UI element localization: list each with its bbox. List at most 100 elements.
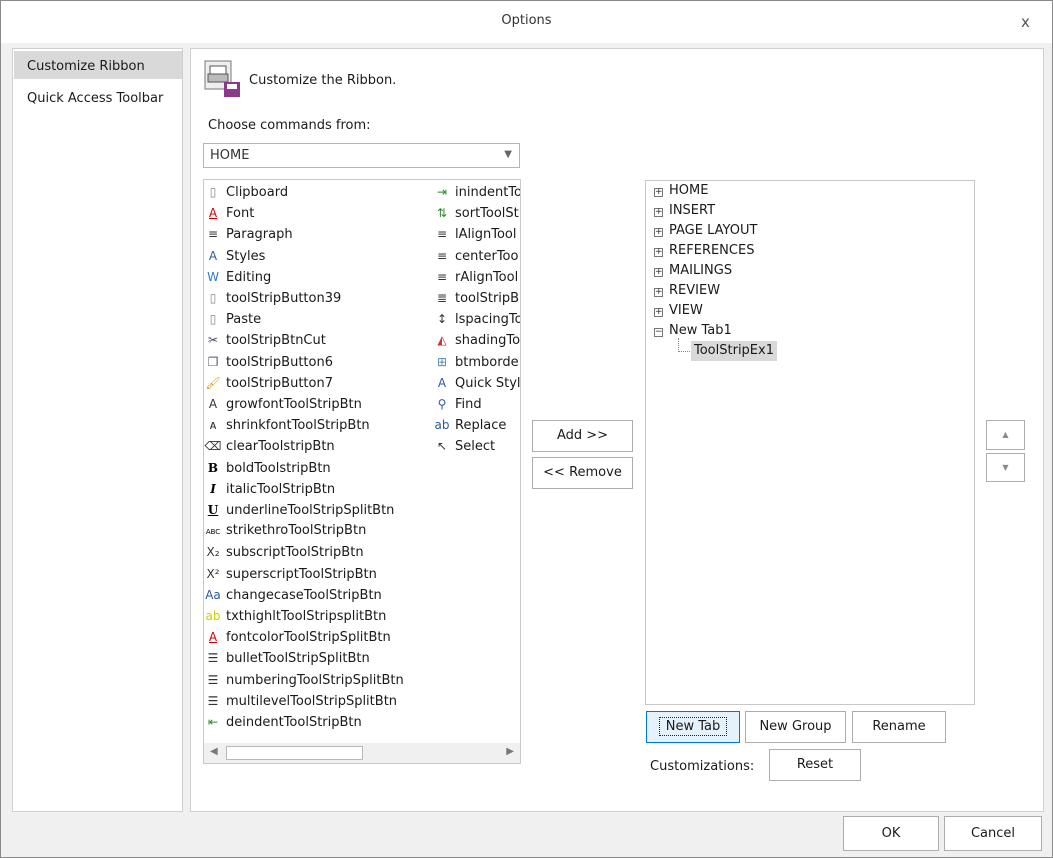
- tree-item-tab[interactable]: + VIEW: [654, 301, 703, 321]
- command-item[interactable]: ABC strikethroToolStripBtn: [204, 521, 367, 541]
- command-item[interactable]: ◭ shadingTo: [433, 330, 520, 350]
- command-item[interactable]: A Styles: [204, 246, 266, 266]
- command-item[interactable]: ≡ lAlignTool: [433, 224, 517, 244]
- commands-list[interactable]: ▯ Clipboard A Font ≡ Paragraph A Styles W Editing…: [203, 179, 521, 764]
- command-item[interactable]: AfontcolorToolStripSplitBtn: [204, 627, 391, 647]
- command-item[interactable]: ≡ centerToo: [433, 246, 519, 266]
- editing-icon: W: [207, 269, 219, 284]
- choose-commands-dropdown[interactable]: HOME ▼: [203, 143, 520, 168]
- tree-item-tab[interactable]: + MAILINGS: [654, 261, 732, 281]
- new-tab-button[interactable]: New Tab: [646, 711, 740, 743]
- scrollbar-thumb[interactable]: [226, 746, 363, 760]
- command-item[interactable]: ❐ toolStripButton6: [204, 352, 333, 372]
- close-icon[interactable]: x: [1021, 13, 1030, 31]
- underline-icon: U: [207, 503, 219, 517]
- command-label: strikethroToolStripBtn: [226, 523, 367, 539]
- command-item[interactable]: ☰ bulletToolStripSplitBtn: [204, 648, 370, 668]
- reset-button[interactable]: Reset: [769, 749, 861, 781]
- command-item[interactable]: Aa changecaseToolStripBtn: [204, 585, 382, 605]
- chevron-down-icon: ▼: [504, 149, 512, 160]
- command-item[interactable]: ≡ Paragraph: [204, 224, 293, 244]
- command-label: Font: [226, 206, 255, 222]
- collapse-icon[interactable]: −: [654, 328, 663, 337]
- ribbon-tree[interactable]: + HOME + INSERT + PAGE LAYOUT + REFERENCES + MAIL…: [645, 180, 975, 705]
- bullets-icon: ☰: [207, 651, 219, 666]
- strikethrough-icon: ABC: [205, 528, 221, 537]
- tree-item-label: HOME: [669, 183, 709, 198]
- superscript-icon: X²: [206, 566, 220, 581]
- sidebar-item-customize-ribbon[interactable]: Customize Ribbon: [14, 51, 182, 79]
- command-item[interactable]: ↖ Select: [433, 436, 495, 456]
- expand-icon[interactable]: +: [654, 228, 663, 237]
- command-item[interactable]: ⚲ Find: [433, 394, 482, 414]
- scroll-left-icon[interactable]: ◀: [210, 746, 218, 757]
- command-item[interactable]: ▯ Clipboard: [204, 182, 288, 202]
- command-item[interactable]: A Font: [204, 203, 254, 223]
- move-down-button[interactable]: ▼: [986, 453, 1025, 482]
- move-up-button[interactable]: ▲: [986, 420, 1025, 450]
- new-group-button[interactable]: New Group: [745, 711, 846, 743]
- command-item[interactable]: ≣ toolStripB: [433, 288, 519, 308]
- command-item[interactable]: ab Replace: [433, 415, 507, 435]
- command-item[interactable]: UunderlineToolStripSplitBtn: [204, 500, 395, 520]
- command-item[interactable]: ▯ Paste: [204, 309, 261, 329]
- tree-item-tab[interactable]: − New Tab1: [654, 321, 732, 341]
- command-item[interactable]: W Editing: [204, 267, 271, 287]
- horizontal-scrollbar[interactable]: ◀ ▶: [204, 743, 520, 763]
- command-item[interactable]: ☰ multilevelToolStripSplitBtn: [204, 691, 397, 711]
- tree-item-tab[interactable]: + REFERENCES: [654, 241, 754, 261]
- italic-icon: I: [210, 481, 216, 496]
- tree-item-label: INSERT: [669, 203, 716, 218]
- command-item[interactable]: ⇅ sortToolSt: [433, 203, 519, 223]
- tree-item-tab[interactable]: + HOME: [654, 181, 708, 201]
- command-item[interactable]: ab txthighltToolStripsplitBtn: [204, 606, 387, 626]
- scroll-right-icon[interactable]: ▶: [506, 746, 514, 757]
- command-item[interactable]: X² superscriptToolStripBtn: [204, 564, 376, 584]
- add-button[interactable]: Add >>: [532, 420, 633, 452]
- sidebar-item-quick-access-toolbar[interactable]: Quick Access Toolbar: [14, 83, 182, 111]
- bold-icon: B: [207, 460, 219, 475]
- ok-button[interactable]: OK: [843, 816, 939, 851]
- command-item[interactable]: IitalicToolStripBtn: [204, 479, 335, 499]
- expand-icon[interactable]: +: [654, 208, 663, 217]
- customizations-label: Customizations:: [650, 759, 755, 774]
- expand-icon[interactable]: +: [654, 308, 663, 317]
- tree-item-tab[interactable]: + INSERT: [654, 201, 715, 221]
- cancel-button[interactable]: Cancel: [944, 816, 1042, 851]
- tree-item-toolstripex1[interactable]: ToolStripEx1: [691, 341, 777, 361]
- tree-item-label: MAILINGS: [669, 263, 733, 278]
- tree-item-tab[interactable]: + REVIEW: [654, 281, 720, 301]
- expand-icon[interactable]: +: [654, 188, 663, 197]
- rename-button[interactable]: Rename: [852, 711, 946, 743]
- expand-icon[interactable]: +: [654, 268, 663, 277]
- command-item[interactable]: ≡ rAlignTool: [433, 267, 518, 287]
- dialog-title: Options: [501, 13, 552, 28]
- command-label: underlineToolStripSplitBtn: [226, 503, 395, 518]
- command-item[interactable]: BboldToolstripBtn: [204, 458, 331, 478]
- command-label: italicToolStripBtn: [226, 481, 336, 497]
- command-item[interactable]: ✂ toolStripBtnCut: [204, 330, 326, 350]
- command-item[interactable]: A Quick Styl: [433, 373, 520, 393]
- command-label: shadingTo: [455, 333, 521, 349]
- title-bar: Options x: [1, 1, 1052, 43]
- remove-button[interactable]: << Remove: [532, 457, 633, 489]
- tree-item-tab[interactable]: + PAGE LAYOUT: [654, 221, 757, 241]
- command-item[interactable]: ⌫ clearToolstripBtn: [204, 436, 335, 456]
- command-item[interactable]: ▯ toolStripButton39: [204, 288, 342, 308]
- command-item[interactable]: ⇥ inindentTo: [433, 182, 520, 202]
- command-item[interactable]: AgrowfontToolStripBtn: [204, 394, 362, 414]
- command-label: toolStripB: [455, 291, 520, 306]
- cut-icon: ✂: [207, 333, 219, 348]
- command-item[interactable]: ⇤ deindentToolStripBtn: [204, 712, 362, 732]
- expand-icon[interactable]: +: [654, 248, 663, 257]
- command-item[interactable]: ↕ lspacingTo: [433, 309, 520, 329]
- expand-icon[interactable]: +: [654, 288, 663, 297]
- command-label: sortToolSt: [455, 206, 519, 222]
- command-item[interactable]: ☰ numberingToolStripSplitBtn: [204, 670, 404, 690]
- command-item[interactable]: 🖌 toolStripButton7: [204, 373, 333, 393]
- command-item[interactable]: ⊞ btmborde: [433, 352, 519, 372]
- command-label: toolStripButton6: [226, 354, 333, 370]
- command-item[interactable]: X₂ subscriptToolStripBtn: [204, 542, 363, 562]
- command-item[interactable]: ᴀ shrinkfontToolStripBtn: [204, 415, 369, 435]
- copy-icon: ❐: [207, 354, 219, 369]
